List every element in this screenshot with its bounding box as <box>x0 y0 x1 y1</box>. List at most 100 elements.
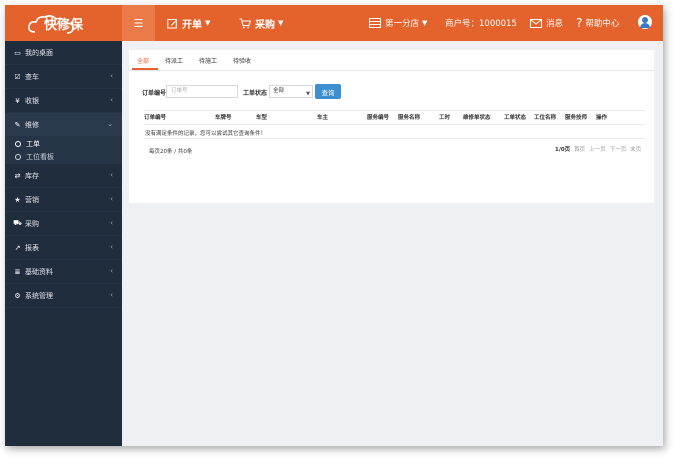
sidebar-item-reports[interactable]: ↗ 报表 ‹ <box>5 236 122 260</box>
sidebar-item-label: 收银 <box>25 96 39 105</box>
column-header: 车型 <box>256 115 268 121</box>
column-header: 维修单状态 <box>463 115 491 121</box>
sidebar-subitem-work-order[interactable]: 工单 <box>5 137 122 150</box>
top-menu-open-order-label: 开单 <box>182 19 202 31</box>
work-order-panel: 全部 待派工 待施工 待验收 订单编号 订单号 工单状态 全部 ▼ 查询 订单编… <box>129 50 654 203</box>
next-page-link[interactable]: 下一页 <box>610 145 627 153</box>
sidebar-item-check-car[interactable]: ☑ 查车 ‹ <box>5 65 122 89</box>
top-menu-purchase[interactable]: 采购 ▼ <box>239 5 283 41</box>
last-page-link[interactable]: 末页 <box>630 145 641 153</box>
yen-icon: ¥ <box>15 96 20 105</box>
store-name: 第一分店 <box>385 19 420 29</box>
messages-link[interactable]: 消息 <box>530 5 563 41</box>
edit-icon <box>167 18 178 28</box>
empty-table-message: 没有满足条件的记录，您可以尝试其它查询条件！ <box>145 131 267 137</box>
sidebar-item-label: 系统管理 <box>25 291 53 300</box>
chevron-left-icon: ‹ <box>110 291 113 299</box>
table-header-border <box>144 124 645 125</box>
order-number-label: 订单编号 <box>142 90 167 97</box>
first-page-link[interactable]: 首页 <box>574 145 585 153</box>
pagination: 1/0页 首页 上一页 下一页 末页 <box>555 145 641 153</box>
chevron-down-icon: ▼ <box>306 91 310 97</box>
sidebar-item-label: 采购 <box>25 219 39 228</box>
chevron-left-icon: ‹ <box>110 72 113 80</box>
top-menu-purchase-label: 采购 <box>255 19 275 31</box>
avatar[interactable] <box>638 15 652 29</box>
table-top-border <box>144 110 645 111</box>
sidebar-subitem-station-board[interactable]: 工位看板 <box>5 150 122 164</box>
chevron-left-icon: ‹ <box>110 171 113 179</box>
tab-pending-dispatch[interactable]: 待派工 <box>165 56 183 65</box>
sidebar-item-marketing[interactable]: ★ 营销 ‹ <box>5 188 122 212</box>
desktop-icon: ▭ <box>14 48 21 57</box>
column-header: 服务名称 <box>398 115 421 121</box>
sidebar-item-repair[interactable]: ✎ 维修 ⌄ <box>5 113 122 137</box>
column-header: 服务编号 <box>367 115 390 121</box>
messages-label: 消息 <box>546 19 564 29</box>
tab-pending-work[interactable]: 待施工 <box>199 56 217 65</box>
caret-down-icon: ▼ <box>205 19 211 27</box>
sidebar-item-label: 报表 <box>25 243 39 252</box>
page-summary: 每页20条 / 共0条 <box>149 149 193 155</box>
top-bar: 快修保 ☰ 开单 ▼ 采购 ▼ 第一分店 ▼ 商户号：1000015 消息 ? … <box>5 5 663 41</box>
sidebar-item-label: 我的桌面 <box>25 48 53 57</box>
sidebar-subitem-label: 工单 <box>26 139 40 148</box>
store-switcher[interactable]: 第一分店 ▼ <box>369 5 427 41</box>
chevron-left-icon: ‹ <box>110 195 113 203</box>
tab-pending-acceptance[interactable]: 待验收 <box>233 56 251 65</box>
wrench-icon: ✎ <box>14 120 21 129</box>
table-bottom-border <box>144 138 645 139</box>
sidebar-item-system[interactable]: ⚙ 系统管理 ‹ <box>5 284 122 308</box>
column-header: 操作 <box>596 115 608 121</box>
prev-page-link[interactable]: 上一页 <box>589 145 606 153</box>
column-header: 订单编号 <box>144 115 167 121</box>
query-button[interactable]: 查询 <box>315 84 341 99</box>
question-icon: ? <box>576 16 583 30</box>
sidebar-item-desktop[interactable]: ▭ 我的桌面 <box>5 41 122 65</box>
top-menu-open-order[interactable]: 开单 ▼ <box>167 5 210 41</box>
help-center-label: 帮助中心 <box>585 19 620 29</box>
order-status-value: 全部 <box>273 88 285 94</box>
help-center-link[interactable]: ? 帮助中心 <box>576 5 619 41</box>
order-number-input[interactable]: 订单号 <box>166 85 238 98</box>
column-header: 工时 <box>439 115 451 121</box>
menu-toggle-button[interactable]: ☰ <box>122 5 155 41</box>
sidebar-item-label: 维修 <box>25 120 39 129</box>
cart-icon <box>239 18 251 28</box>
merchant-id-text: 商户号：1000015 <box>445 19 517 29</box>
logo[interactable]: 快修保 <box>5 5 122 41</box>
chevron-left-icon: ‹ <box>110 96 113 104</box>
column-header: 工单状态 <box>504 115 527 121</box>
list-icon: ☰ <box>133 16 144 30</box>
sidebar-item-purchase[interactable]: ⛟ 采购 ‹ <box>5 212 122 236</box>
caret-down-icon: ▼ <box>278 19 284 27</box>
order-status-select[interactable]: 全部 ▼ <box>269 85 313 98</box>
sidebar-subitem-label: 工位看板 <box>26 152 54 161</box>
app-window: 快修保 ☰ 开单 ▼ 采购 ▼ 第一分店 ▼ 商户号：1000015 消息 ? … <box>5 5 663 446</box>
chevron-left-icon: ‹ <box>110 243 113 251</box>
tab-bar: 全部 待派工 待施工 待验收 <box>129 50 654 71</box>
chevron-down-icon: ⌄ <box>107 120 113 128</box>
circle-icon <box>15 140 21 147</box>
sidebar: ▭ 我的桌面 ☑ 查车 ‹ ¥ 收银 ‹ ✎ 维修 ⌄ 工单 工位看板 ⇄ 库存 <box>5 41 122 446</box>
tab-all[interactable]: 全部 <box>137 56 149 65</box>
page-info: 1/0页 <box>555 147 571 153</box>
order-status-label: 工单状态 <box>243 90 268 97</box>
active-tab-indicator <box>132 68 158 70</box>
caret-down-icon: ▼ <box>422 19 428 27</box>
sidebar-item-label: 库存 <box>25 171 39 180</box>
chart-icon: ↗ <box>14 243 21 252</box>
chevron-left-icon: ‹ <box>110 267 113 275</box>
merchant-id: 商户号：1000015 <box>445 5 517 41</box>
check-icon: ☑ <box>14 72 21 81</box>
star-icon: ★ <box>14 195 21 204</box>
database-icon: ≣ <box>14 267 21 276</box>
circle-icon <box>15 153 21 160</box>
sidebar-item-inventory[interactable]: ⇄ 库存 ‹ <box>5 164 122 188</box>
chevron-left-icon: ‹ <box>110 219 113 227</box>
column-header: 服务技师 <box>565 115 588 121</box>
shuffle-icon: ⇄ <box>14 171 21 180</box>
sidebar-item-basic-data[interactable]: ≣ 基础资料 ‹ <box>5 260 122 284</box>
gear-icon: ⚙ <box>14 291 21 300</box>
sidebar-item-cashier[interactable]: ¥ 收银 ‹ <box>5 89 122 113</box>
